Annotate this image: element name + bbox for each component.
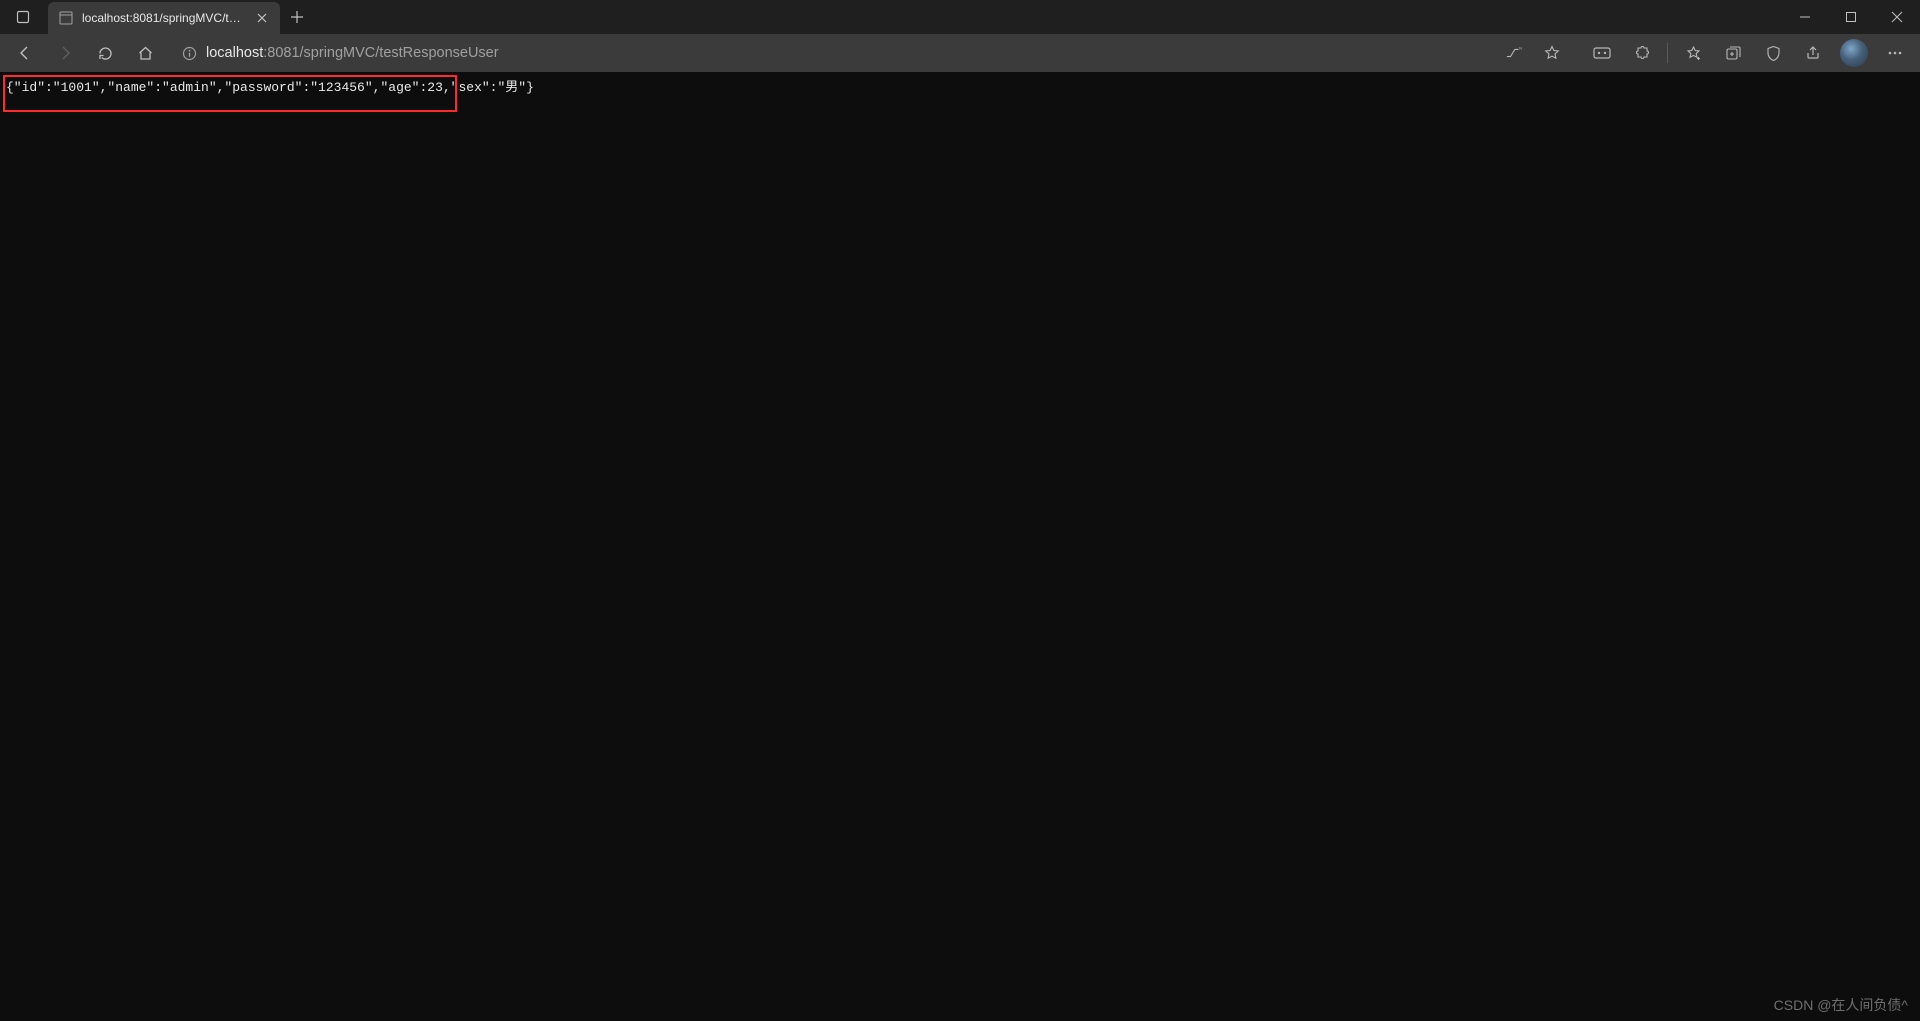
- plus-icon: [290, 10, 304, 24]
- tab-close-button[interactable]: [254, 10, 270, 26]
- tab-title: localhost:8081/springMVC/testResponseUse…: [82, 11, 246, 25]
- vpn-button[interactable]: [1583, 36, 1621, 70]
- toolbar: localhost:8081/springMVC/testResponseUse…: [0, 34, 1920, 72]
- url-text: localhost:8081/springMVC/testResponseUse…: [206, 45, 1491, 61]
- share-button[interactable]: [1794, 36, 1832, 70]
- page-favicon-icon: [58, 10, 74, 26]
- profile-avatar[interactable]: [1840, 39, 1868, 67]
- refresh-icon: [97, 45, 114, 62]
- read-aloud-icon: ᴺ: [1506, 46, 1522, 60]
- puzzle-icon: [1634, 45, 1650, 61]
- response-body: {"id":"1001","name":"admin","password":"…: [6, 76, 1914, 95]
- back-button[interactable]: [6, 36, 44, 70]
- star-plus-icon: [1685, 45, 1702, 62]
- window-controls: [1782, 0, 1920, 34]
- svg-text:ᴺ: ᴺ: [1519, 47, 1522, 53]
- url-path: :8081/springMVC/testResponseUser: [263, 45, 498, 61]
- new-tab-button[interactable]: [280, 0, 314, 34]
- toolbar-right: [1583, 36, 1914, 70]
- toolbar-separator: [1667, 43, 1668, 63]
- minimize-button[interactable]: [1782, 0, 1828, 34]
- favorites-button[interactable]: [1674, 36, 1712, 70]
- more-icon: [1887, 45, 1903, 61]
- page-content: {"id":"1001","name":"admin","password":"…: [0, 72, 1920, 1021]
- home-button[interactable]: [126, 36, 164, 70]
- browser-tab[interactable]: localhost:8081/springMVC/testResponseUse…: [48, 2, 280, 34]
- arrow-left-icon: [16, 44, 34, 62]
- tab-actions-icon: [16, 9, 32, 25]
- performance-button[interactable]: [1754, 36, 1792, 70]
- collections-button[interactable]: [1714, 36, 1752, 70]
- forward-button: [46, 36, 84, 70]
- close-window-button[interactable]: [1874, 0, 1920, 34]
- address-bar[interactable]: localhost:8081/springMVC/testResponseUse…: [172, 38, 1575, 68]
- titlebar: localhost:8081/springMVC/testResponseUse…: [0, 0, 1920, 34]
- close-icon: [1891, 11, 1903, 23]
- tab-actions-button[interactable]: [0, 0, 48, 34]
- watermark: CSDN @在人间负债^: [1774, 995, 1908, 1015]
- home-icon: [137, 45, 154, 62]
- info-icon: [182, 46, 197, 61]
- close-icon: [257, 13, 267, 23]
- favorite-button[interactable]: [1537, 40, 1567, 66]
- site-info-button[interactable]: [180, 44, 198, 62]
- url-host: localhost: [206, 45, 263, 61]
- minimize-icon: [1799, 11, 1811, 23]
- settings-menu-button[interactable]: [1876, 36, 1914, 70]
- read-aloud-button[interactable]: ᴺ: [1499, 40, 1529, 66]
- refresh-button[interactable]: [86, 36, 124, 70]
- titlebar-drag-area[interactable]: [314, 0, 1782, 34]
- extensions-button[interactable]: [1623, 36, 1661, 70]
- shield-icon: [1765, 45, 1782, 62]
- arrow-right-icon: [56, 44, 74, 62]
- maximize-icon: [1845, 11, 1857, 23]
- star-icon: [1544, 45, 1560, 61]
- vpn-icon: [1593, 46, 1611, 60]
- maximize-button[interactable]: [1828, 0, 1874, 34]
- share-icon: [1805, 45, 1821, 61]
- collections-icon: [1725, 45, 1741, 61]
